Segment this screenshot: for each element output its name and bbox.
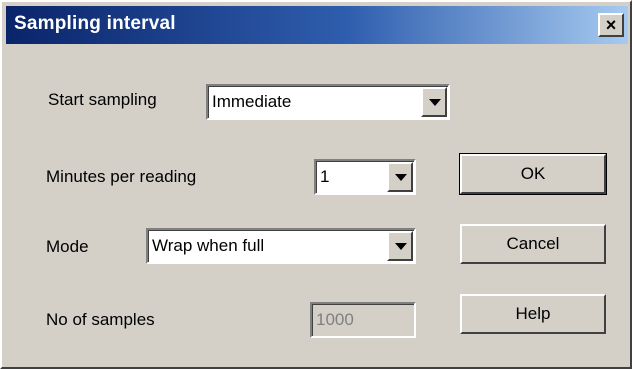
mode-value: Wrap when full <box>152 236 265 255</box>
close-button[interactable]: × <box>598 13 624 37</box>
minutes-per-reading-select[interactable]: 1 <box>314 159 416 195</box>
cancel-button[interactable]: Cancel <box>460 224 606 264</box>
mode-label: Mode <box>46 237 89 256</box>
no-of-samples-field: 1000 <box>310 302 416 338</box>
no-of-samples-label: No of samples <box>46 310 155 329</box>
chevron-down-icon[interactable] <box>387 162 413 192</box>
help-button[interactable]: Help <box>460 294 606 334</box>
title-bar[interactable]: Sampling interval × <box>6 6 628 44</box>
ok-button[interactable]: OK <box>459 153 607 195</box>
no-of-samples-value: 1000 <box>316 310 354 329</box>
mode-select[interactable]: Wrap when full <box>146 228 416 264</box>
start-sampling-select[interactable]: Immediate <box>206 84 450 120</box>
close-icon: × <box>605 15 617 35</box>
start-sampling-value: Immediate <box>212 92 292 111</box>
chevron-down-icon[interactable] <box>421 87 447 117</box>
chevron-down-icon[interactable] <box>387 231 413 261</box>
start-sampling-label: Start sampling <box>48 90 157 109</box>
dialog-title: Sampling interval <box>14 13 176 34</box>
minutes-per-reading-label: Minutes per reading <box>46 167 197 186</box>
minutes-per-reading-value: 1 <box>320 167 330 186</box>
sampling-interval-dialog: Sampling interval × Start sampling Immed… <box>0 0 632 369</box>
